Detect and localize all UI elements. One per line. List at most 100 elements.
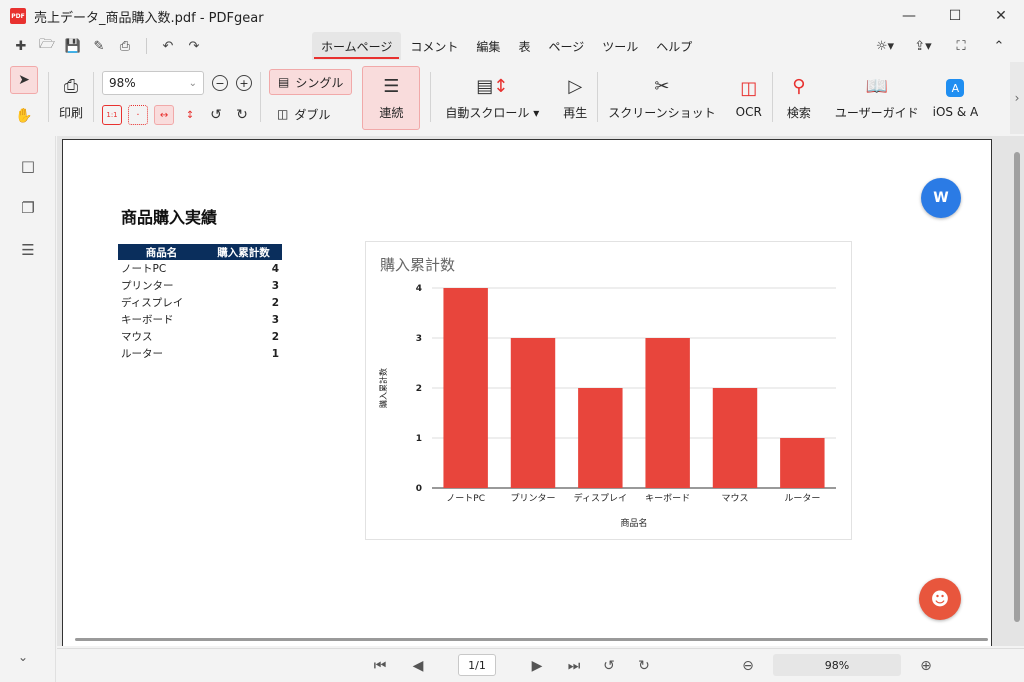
- search-label: 検索: [786, 105, 811, 120]
- tab-table[interactable]: 表: [509, 32, 539, 60]
- ai-assistant-icon[interactable]: ☻: [919, 578, 961, 620]
- status-zoom-out-icon[interactable]: ⊖: [737, 655, 759, 677]
- undo-icon[interactable]: ↶: [157, 35, 179, 57]
- screenshot-button[interactable]: ✂ スクリーンショット: [598, 62, 725, 134]
- presentation-icon: ▷: [568, 76, 583, 97]
- continuous-button[interactable]: ☰ 連続: [362, 66, 421, 130]
- auto-scroll-label: 自動スクロール ▾: [445, 105, 540, 120]
- status-zoom-in-icon[interactable]: ⊕: [915, 655, 937, 677]
- tab-comment[interactable]: コメント: [401, 32, 467, 60]
- double-page-icon: ◫: [277, 107, 289, 121]
- cell-value: 3: [271, 279, 279, 292]
- search-button[interactable]: ⚲ 検索: [773, 62, 825, 134]
- convert-to-word-icon[interactable]: W: [921, 178, 961, 218]
- pdfgear-logo-icon: PDF: [10, 8, 26, 24]
- hand-tool-icon[interactable]: ✋: [10, 102, 38, 130]
- minimize-button[interactable]: —: [886, 0, 932, 32]
- tab-edit[interactable]: 編集: [467, 32, 509, 60]
- tab-home[interactable]: ホームページ: [312, 32, 402, 60]
- redo-icon[interactable]: ↷: [183, 35, 205, 57]
- horizontal-scrollbar[interactable]: [75, 638, 988, 641]
- left-sidebar: □ ❐ ☰: [0, 136, 56, 682]
- cell-name: キーボード: [121, 314, 174, 326]
- x-tick-label: キーボード: [645, 493, 690, 504]
- first-page-icon[interactable]: ⏮: [369, 655, 391, 677]
- rotate-left-icon[interactable]: ↺: [206, 105, 226, 125]
- x-tick-label: ノートPC: [446, 494, 485, 504]
- share-icon[interactable]: ⇪▾: [912, 35, 934, 57]
- bar: [510, 338, 556, 488]
- title-bar: PDF 売上データ_商品購入数.pdf - PDFgear — ☐ ✕: [0, 0, 1024, 32]
- thumbnails-icon[interactable]: ❐: [18, 198, 38, 218]
- save-as-icon[interactable]: ✎: [88, 35, 110, 57]
- theme-sun-icon[interactable]: ☼▾: [874, 35, 896, 57]
- rotate-right-icon[interactable]: ↻: [232, 105, 252, 125]
- ios-button[interactable]: A iOS & A: [929, 62, 983, 134]
- data-table: 商品名 購入累計数 ノートPC 4 プリンター 3 ディスプレイ 2 キーボード 3 マ…: [118, 244, 282, 362]
- tab-help[interactable]: ヘルプ: [647, 32, 701, 60]
- ribbon-scroll-right-icon[interactable]: ›: [1010, 62, 1024, 134]
- double-page-button[interactable]: ◫ ダブル: [269, 101, 352, 127]
- zoom-value: 98%: [109, 76, 136, 90]
- chart-container: 購入累計数 0 1 2 3 4 ノートPC プリンター ディスプレイ キーボード マウス ルーター 商品…: [365, 241, 852, 540]
- cell-value: 3: [271, 313, 279, 326]
- bar: [712, 388, 758, 488]
- page-number-field[interactable]: 1/1: [458, 654, 496, 676]
- zoom-select[interactable]: 98% ⌄: [102, 71, 205, 95]
- x-tick-label: ルーター: [784, 493, 820, 504]
- table-row: ディスプレイ 2: [118, 294, 282, 311]
- select-cursor-icon[interactable]: ➤: [10, 66, 38, 94]
- bar: [780, 438, 825, 488]
- actual-size-icon[interactable]: 1:1: [102, 105, 123, 125]
- auto-scroll-button[interactable]: ▤ ↕ 自動スクロール ▾: [431, 62, 553, 134]
- x-tick-label: ディスプレイ: [574, 492, 627, 504]
- collapse-ribbon-icon[interactable]: ⌃: [988, 35, 1010, 57]
- print-button[interactable]: ⎙ 印刷: [49, 62, 93, 134]
- fit-page-icon[interactable]: ·: [128, 105, 149, 125]
- new-file-icon[interactable]: ✚: [10, 35, 32, 57]
- previous-page-icon[interactable]: ◀: [407, 655, 429, 677]
- table-row: マウス 2: [118, 328, 282, 345]
- fullscreen-icon[interactable]: ⛶: [950, 35, 972, 57]
- chevron-down-icon[interactable]: ⌄: [18, 650, 28, 664]
- bookmark-icon[interactable]: □: [18, 156, 38, 176]
- fit-height-icon[interactable]: ↕: [180, 105, 200, 125]
- single-page-button[interactable]: ▤ シングル: [269, 69, 353, 95]
- comments-icon[interactable]: ☰: [18, 240, 38, 260]
- save-icon[interactable]: 💾: [62, 35, 84, 57]
- cell-name: プリンター: [121, 280, 174, 292]
- table-header-count: 購入累計数: [204, 244, 282, 260]
- single-label: シングル: [295, 75, 344, 90]
- cell-value: 2: [271, 296, 279, 309]
- last-page-icon[interactable]: ⏭: [563, 655, 585, 677]
- scissors-icon: ✂: [654, 76, 670, 97]
- bar: [578, 388, 623, 488]
- zoom-in-icon[interactable]: +: [236, 75, 253, 91]
- status-zoom-field[interactable]: 98%: [773, 654, 901, 676]
- tab-page[interactable]: ページ: [539, 32, 593, 60]
- pdf-page: 商品購入実績 商品名 購入累計数 ノートPC 4 プリンター 3 ディスプレイ 2 キ…: [62, 139, 992, 646]
- maximize-button[interactable]: ☐: [932, 0, 978, 32]
- zoom-group: 98% ⌄ − + 1:1 · ↔ ↕ ↺ ↻: [94, 62, 260, 134]
- divider: [146, 38, 147, 54]
- ocr-button[interactable]: ◫ OCR: [726, 62, 772, 134]
- view-mode-group: ▤ シングル ◫ ダブル: [261, 62, 360, 134]
- rotate-page-left-icon[interactable]: ↺: [598, 655, 620, 677]
- next-page-icon[interactable]: ▶: [526, 655, 548, 677]
- zoom-out-icon[interactable]: −: [212, 75, 229, 91]
- chart-title: 購入累計数: [380, 256, 455, 274]
- open-folder-icon[interactable]: 🗁: [36, 35, 58, 57]
- print-quick-icon[interactable]: ⎙: [114, 35, 136, 57]
- tab-tools[interactable]: ツール: [593, 32, 647, 60]
- close-button[interactable]: ✕: [978, 0, 1024, 32]
- document-title: 商品購入実績: [121, 208, 218, 227]
- user-guide-label: ユーザーガイド: [834, 105, 919, 120]
- menu-tabs: ホームページ コメント 編集 表 ページ ツール ヘルプ: [312, 32, 701, 60]
- rotate-page-right-icon[interactable]: ↻: [633, 655, 655, 677]
- table-row: ルーター 1: [118, 345, 282, 362]
- play-button[interactable]: ▷ 再生: [553, 62, 597, 134]
- vertical-scrollbar[interactable]: [1014, 152, 1020, 622]
- single-page-icon: ▤: [278, 75, 290, 89]
- user-guide-button[interactable]: 📖 ユーザーガイド: [825, 62, 929, 134]
- fit-width-icon[interactable]: ↔: [154, 105, 175, 125]
